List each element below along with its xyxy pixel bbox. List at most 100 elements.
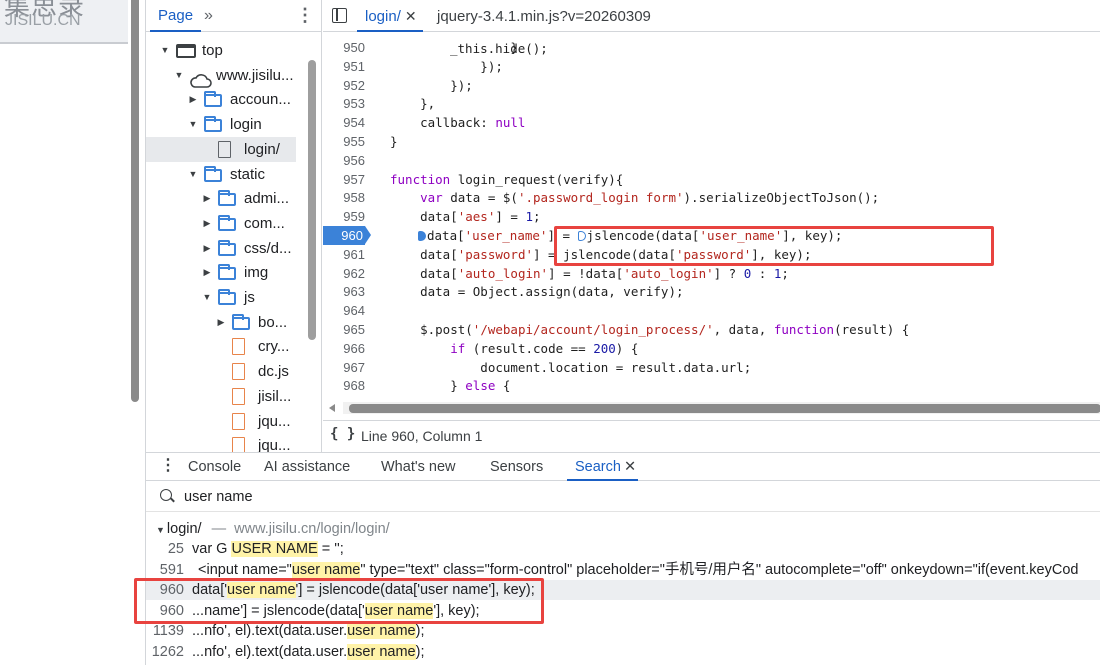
line-number[interactable]: 964 — [323, 301, 365, 320]
collapse-arrow-icon[interactable]: ▶ — [202, 186, 212, 211]
search-result-row[interactable]: 960 data['user name'] = jslencode(data['u… — [146, 580, 1100, 601]
expand-arrow-icon[interactable]: ▼ — [188, 112, 198, 137]
site-logo[interactable]: 集思录 JISILU.CN — [0, 0, 128, 44]
scroll-left-icon[interactable] — [329, 404, 335, 412]
collapse-arrow-icon[interactable]: ▶ — [202, 260, 212, 285]
search-result-row[interactable]: 25 var G USER NAME = ''; — [146, 539, 1100, 559]
tab-jquery[interactable]: jquery-3.4.1.min.js?v=20260309 — [431, 0, 657, 32]
navigator-menu-icon[interactable]: ⋮ — [296, 0, 314, 32]
tab-search[interactable]: Search ✕ — [567, 453, 639, 481]
collapse-arrow-icon[interactable]: ▶ — [216, 310, 226, 335]
code-text: }); — [390, 58, 503, 74]
tree-item[interactable]: ▶ accoun... — [146, 87, 321, 112]
search-result-row[interactable]: 960 ...name'] = jslencode(data['user name… — [146, 601, 1100, 621]
code-area[interactable]: _this.hide(); 950 } 951 }); 952 }); 953 }, 9… — [323, 32, 1100, 398]
tree-item[interactable]: cry... — [146, 334, 321, 359]
page-scrollbar[interactable] — [131, 0, 139, 402]
search-result-row[interactable]: 591 <input name="user name" type="text" c… — [146, 560, 1100, 580]
result-line-number: 1139 — [152, 623, 184, 640]
tree-item[interactable]: ▶ bo... — [146, 310, 321, 335]
folder-icon — [232, 313, 250, 330]
code-text: }); — [390, 77, 473, 93]
search-result-row[interactable]: 1139 ...nfo', el).text(data.user.user nam… — [146, 621, 1100, 641]
tree-item[interactable]: jqu... — [146, 409, 321, 434]
collapse-arrow-icon[interactable]: ▶ — [202, 211, 212, 236]
line-number[interactable]: 963 — [323, 282, 365, 301]
expand-arrow-icon[interactable]: ▼ — [160, 38, 170, 63]
drawer-menu-icon[interactable]: ⋮ — [160, 455, 176, 475]
inline-breakpoint-slot-icon[interactable] — [577, 231, 586, 241]
tab-page[interactable]: Page — [150, 0, 202, 32]
editor-tabbar: login/✕ jquery-3.4.1.min.js?v=20260309 — [323, 0, 1100, 32]
tree-item[interactable]: ▶ admi... — [146, 186, 321, 211]
breakpoint-line-number[interactable]: 960 — [323, 226, 365, 245]
collapse-icon[interactable]: ▼ — [156, 525, 165, 535]
result-text-before: ...nfo', el).text(data.user. — [192, 623, 348, 640]
search-result-row[interactable]: 1262 ...nfo', el).text(data.user.user nam… — [146, 642, 1100, 662]
search-input[interactable] — [184, 486, 784, 508]
code-text: } — [390, 134, 398, 149]
tab-console[interactable]: Console — [188, 453, 241, 481]
collapse-arrow-icon[interactable]: ▶ — [188, 87, 198, 112]
result-match: user name — [347, 623, 416, 640]
code-text: }, — [390, 96, 436, 112]
result-file-header[interactable]: ▼ login/ — www.jisilu.cn/login/login/ — [156, 519, 390, 539]
line-number[interactable]: 953 — [323, 94, 365, 113]
code-line: 952 }); — [323, 76, 1100, 95]
tree-item[interactable]: jqu... — [146, 433, 321, 452]
collapse-arrow-icon[interactable]: ▶ — [202, 236, 212, 261]
expand-arrow-icon[interactable]: ▼ — [202, 285, 212, 310]
line-number[interactable]: 957 — [323, 170, 365, 189]
pretty-print-icon[interactable]: { } — [330, 426, 355, 442]
navigator-scrollbar[interactable] — [308, 60, 316, 340]
tab-ai-assistance[interactable]: AI assistance — [264, 453, 350, 481]
search-icon — [160, 489, 172, 501]
line-number[interactable]: 951 — [323, 57, 365, 76]
horizontal-scrollbar[interactable] — [343, 402, 1100, 414]
line-number[interactable]: 967 — [323, 358, 365, 377]
more-tabs-icon[interactable]: » — [204, 0, 213, 32]
line-number[interactable]: 968 — [323, 376, 365, 395]
line-number[interactable]: 952 — [323, 76, 365, 95]
line-number[interactable]: 958 — [323, 188, 365, 207]
result-file-path: www.jisilu.cn/login/login/ — [234, 521, 390, 537]
line-number[interactable]: 950 — [323, 38, 365, 57]
tree-item[interactable]: ▼ login — [146, 112, 321, 137]
line-number[interactable]: 965 — [323, 320, 365, 339]
tree-item[interactable]: ▼ static — [146, 162, 321, 187]
tab-whats-new[interactable]: What's new — [381, 453, 456, 481]
tree-item[interactable]: ▶ img — [146, 260, 321, 285]
scrollbar-thumb[interactable] — [349, 404, 1100, 413]
screen: 集思录 JISILU.CN Page » ⋮ ▼ top ▼ www.jisilu..… — [0, 0, 1100, 665]
close-tab-icon[interactable]: ✕ — [405, 8, 417, 24]
result-file-name: login/ — [166, 521, 202, 537]
code-text: data['user_name'] = jslencode(data['user… — [418, 226, 842, 245]
tree-item[interactable]: jisil... — [146, 384, 321, 409]
toggle-navigator-icon[interactable] — [332, 8, 347, 23]
expand-arrow-icon[interactable]: ▼ — [174, 63, 184, 88]
line-number[interactable]: 955 — [323, 132, 365, 151]
line-number[interactable]: 954 — [323, 113, 365, 132]
tree-item[interactable]: ▶ css/d... — [146, 236, 321, 261]
inline-breakpoint-icon[interactable] — [418, 231, 426, 241]
tab-login[interactable]: login/✕ — [357, 0, 423, 32]
close-search-icon[interactable]: ✕ — [624, 459, 636, 475]
line-number[interactable]: 966 — [323, 339, 365, 358]
tree-item-label: jisil... — [258, 387, 292, 405]
tree-item[interactable]: ▼ www.jisilu... — [146, 63, 321, 88]
result-text-before: ...nfo', el).text(data.user. — [192, 644, 348, 660]
tree-item[interactable]: ▼ js — [146, 285, 321, 310]
line-number[interactable]: 959 — [323, 207, 365, 226]
tree-item[interactable]: ▼ top — [146, 38, 321, 63]
expand-arrow-icon[interactable]: ▼ — [188, 162, 198, 187]
line-number[interactable]: 961 — [323, 245, 365, 264]
tree-item-label: jqu... — [258, 437, 291, 452]
tree-item[interactable]: dc.js — [146, 359, 321, 384]
line-number[interactable]: 956 — [323, 151, 365, 170]
tab-sensors[interactable]: Sensors — [490, 453, 543, 481]
folder-icon — [204, 91, 222, 108]
tree-item-label: login/ — [244, 140, 280, 158]
tree-item[interactable]: login/ — [146, 136, 296, 162]
line-number[interactable]: 962 — [323, 264, 365, 283]
tree-item[interactable]: ▶ com... — [146, 211, 321, 236]
